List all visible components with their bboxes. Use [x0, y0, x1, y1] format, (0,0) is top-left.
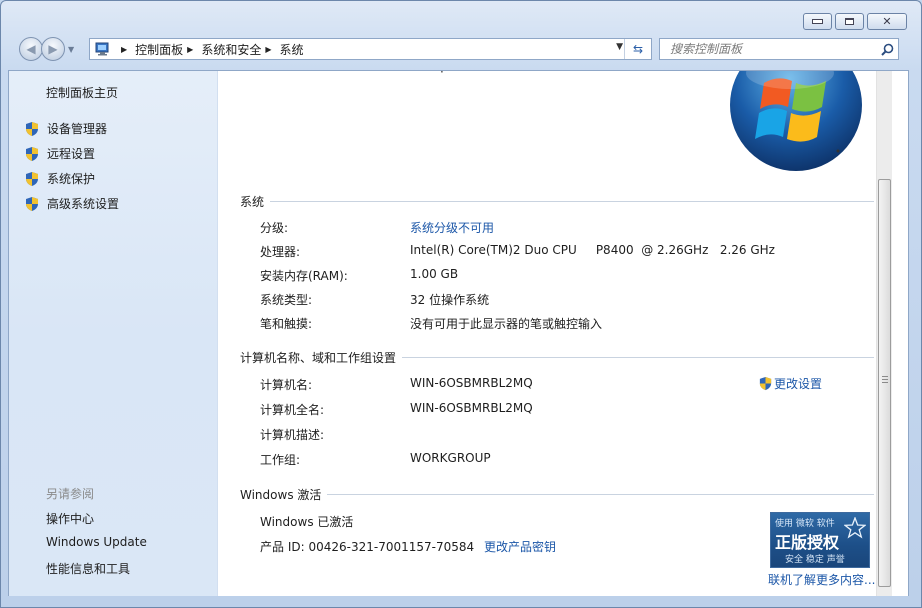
workgroup-label: 工作组:: [260, 453, 301, 467]
back-arrow-icon: ◀: [26, 42, 36, 56]
breadcrumb-separator[interactable]: ▶: [117, 45, 135, 54]
uac-shield-icon: [26, 171, 38, 186]
refresh-button[interactable]: ⇆: [624, 39, 651, 59]
address-bar[interactable]: ▶ 控制面板 ▶ 系统和安全 ▶ 系统 ▼ ⇆: [89, 38, 652, 60]
change-settings-label: 更改设置: [774, 377, 823, 391]
scrollbar-thumb[interactable]: [878, 179, 891, 587]
computer-name-value: WIN-6OSBMRBL2MQ: [410, 376, 533, 390]
clipped-text-fragment: ·: [440, 70, 444, 79]
breadcrumb-label: 控制面板: [135, 42, 184, 57]
task-label: 高级系统设置: [47, 197, 120, 211]
search-input[interactable]: [668, 41, 876, 57]
minimize-icon: [812, 19, 823, 24]
breadcrumb-system-security[interactable]: 系统和安全 ▶: [201, 41, 279, 58]
breadcrumb-label: 系统和安全: [201, 42, 262, 57]
forward-button[interactable]: ▶: [41, 37, 65, 61]
maximize-icon: [845, 18, 854, 25]
control-panel-home-link[interactable]: 控制面板主页: [46, 84, 118, 101]
rating-link[interactable]: 系统分级不可用: [410, 219, 494, 236]
search-box: [659, 38, 899, 60]
workgroup-value: WORKGROUP: [410, 451, 491, 465]
genuine-microsoft-badge[interactable]: 使用 微软 软件 正版授权 安全 稳定 声誉: [770, 512, 870, 568]
back-button[interactable]: ◀: [19, 37, 43, 61]
breadcrumb-label: 系统: [279, 42, 304, 57]
task-remote-settings[interactable]: 远程设置: [24, 145, 95, 162]
see-also-heading: 另请参阅: [46, 487, 95, 501]
search-icon[interactable]: [876, 43, 898, 56]
computer-name-label: 计算机名:: [260, 378, 313, 392]
refresh-icon: ⇆: [632, 42, 644, 56]
learn-more-online-link[interactable]: 联机了解更多内容...: [768, 571, 875, 588]
window-frame: ✕ ◀ ▶ ▼ ▶ 控制面板▶ 系统和安全▶ 系统 ▼ ⇆ 控制面板主页 设备: [0, 0, 922, 608]
vertical-scrollbar[interactable]: [876, 71, 892, 596]
minimize-button[interactable]: [803, 13, 832, 30]
full-computer-name-value: WIN-6OSBMRBL2MQ: [410, 401, 533, 415]
section-title: Windows 激活: [240, 488, 322, 502]
grip-icon: [882, 376, 888, 385]
rating-label: 分级:: [260, 221, 289, 235]
windows-update-link[interactable]: Windows Update: [46, 535, 147, 549]
ram-label: 安装内存(RAM):: [260, 269, 348, 283]
full-computer-name-label: 计算机全名:: [260, 403, 325, 417]
pen-touch-label: 笔和触摸:: [260, 317, 313, 331]
action-center-link[interactable]: 操作中心: [46, 510, 94, 527]
nav-buttons: ◀ ▶ ▼: [19, 37, 74, 61]
performance-info-link[interactable]: 性能信息和工具: [46, 560, 130, 577]
uac-shield-icon: [759, 376, 772, 391]
windows-logo-icon: [730, 71, 862, 171]
change-product-key-link[interactable]: 更改产品密钥: [484, 538, 556, 555]
system-type-value: 32 位操作系统: [410, 293, 490, 307]
computer-name-section-header: 计算机名称、域和工作组设置: [240, 349, 874, 366]
control-panel-icon: [95, 42, 109, 56]
pen-touch-value: 没有可用于此显示器的笔或触控输入: [410, 317, 603, 331]
activation-section-header: Windows 激活: [240, 486, 874, 503]
task-advanced-system-settings[interactable]: 高级系统设置: [24, 195, 119, 212]
breadcrumb-control-panel[interactable]: 控制面板 ▶: [135, 41, 201, 58]
uac-shield-icon: [26, 146, 38, 161]
processor-value: Intel(R) Core(TM)2 Duo CPU P8400 @ 2.26G…: [410, 243, 775, 257]
system-type-label: 系统类型:: [260, 293, 313, 307]
task-label: 系统保护: [47, 172, 96, 186]
close-icon: ✕: [882, 15, 892, 28]
breadcrumb-system[interactable]: 系统: [280, 41, 304, 58]
content-area: 控制面板主页 设备管理器 远程设置 系统保护 高级系统设置 另请参阅 操作中心 …: [8, 70, 909, 596]
genuine-line-1: 使用 微软 软件: [775, 519, 835, 529]
task-device-manager[interactable]: 设备管理器: [24, 120, 107, 137]
task-label: 远程设置: [47, 147, 96, 161]
maximize-button[interactable]: [835, 13, 864, 30]
section-title: 系统: [240, 195, 265, 209]
section-title: 计算机名称、域和工作组设置: [240, 351, 397, 365]
uac-shield-icon: [26, 121, 38, 136]
genuine-line-3: 安全 稳定 声誉: [785, 555, 845, 565]
caption-buttons: ✕: [803, 13, 907, 30]
computer-description-label: 计算机描述:: [260, 428, 325, 442]
change-settings-link[interactable]: 更改设置: [758, 375, 822, 392]
recent-pages-dropdown-icon[interactable]: ▼: [68, 45, 74, 54]
system-section-header: 系统: [240, 193, 874, 210]
details-pane: · 系统 分级: 系统分级不可用 处理器: Intel(R) Core(TM)2…: [218, 71, 892, 596]
processor-label: 处理器:: [260, 245, 301, 259]
product-id: 产品 ID: 00426-321-7001157-70584: [260, 540, 475, 554]
genuine-line-2: 正版授权: [775, 533, 840, 552]
task-system-protection[interactable]: 系统保护: [24, 170, 95, 187]
uac-shield-icon: [26, 196, 38, 211]
task-pane: 控制面板主页 设备管理器 远程设置 系统保护 高级系统设置 另请参阅 操作中心 …: [9, 71, 218, 596]
forward-arrow-icon: ▶: [48, 42, 58, 56]
ram-value: 1.00 GB: [410, 267, 459, 281]
star-icon: [844, 517, 866, 539]
address-dropdown-icon[interactable]: ▼: [616, 42, 623, 52]
task-label: 设备管理器: [47, 122, 108, 136]
close-button[interactable]: ✕: [867, 13, 907, 30]
activation-status: Windows 已激活: [260, 515, 354, 529]
